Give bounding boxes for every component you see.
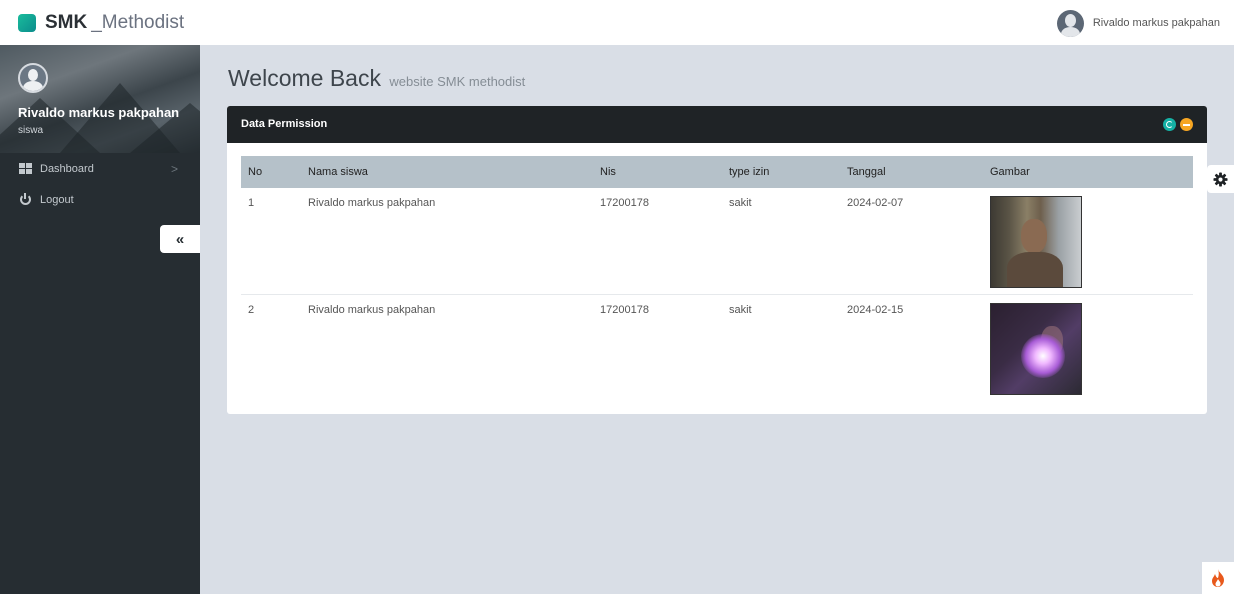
profile-avatar-icon (18, 63, 48, 93)
column-header-nama-siswa: Nama siswa (301, 156, 593, 188)
photo-subject-body (1007, 252, 1063, 287)
cell-tanggal: 2024-02-15 (847, 303, 904, 316)
sidebar-nav: Dashboard > Logout (0, 153, 200, 215)
settings-toggle-button[interactable] (1207, 165, 1234, 193)
photo-light-glare (1021, 333, 1065, 378)
dashboard-grid-icon (18, 162, 32, 175)
permission-photo-thumbnail[interactable] (990, 302, 1082, 395)
page-subtitle: website SMK methodist (389, 74, 526, 89)
card-header: Data Permission (227, 106, 1207, 143)
sidebar: Rivaldo markus pakpahan siswa Dashboard … (0, 45, 200, 594)
sidebar-item-dashboard[interactable]: Dashboard > (0, 153, 200, 184)
brand-logo-link[interactable]: SMK _Methodist (18, 10, 184, 36)
user-avatar-icon (1056, 9, 1084, 37)
column-header-tanggal: Tanggal (840, 156, 983, 188)
flame-icon (1212, 569, 1224, 587)
card-title: Data Permission (241, 118, 328, 130)
cell-nis: 17200178 (600, 303, 649, 316)
chevron-right-icon: > (170, 162, 178, 176)
permission-photo-thumbnail[interactable] (990, 196, 1082, 288)
cell-type-izin: sakit (729, 303, 752, 316)
cell-tanggal: 2024-02-07 (840, 188, 983, 295)
sidebar-item-label: Dashboard (40, 162, 94, 175)
power-icon (18, 193, 32, 206)
top-navbar: SMK _Methodist Rivaldo markus pakpahan (0, 0, 1234, 45)
column-header-no: No (241, 156, 301, 188)
page-title-main: Welcome Back (228, 65, 381, 91)
refresh-icon[interactable] (1163, 118, 1176, 131)
photo-subject (1021, 219, 1047, 253)
column-header-type-izin: type izin (722, 156, 840, 188)
gear-icon (1213, 171, 1228, 187)
page-title: Welcome Back website SMK methodist (228, 65, 525, 92)
cell-nis: 17200178 (593, 188, 722, 295)
brand-logo-icon (18, 14, 36, 32)
codeigniter-badge[interactable] (1202, 562, 1234, 594)
cell-type-izin: sakit (722, 188, 840, 295)
sidebar-collapse-button[interactable]: « (160, 225, 200, 253)
permission-table: No Nama siswa Nis type izin Tanggal Gamb… (241, 156, 1193, 400)
table-row: 1 Rivaldo markus pakpahan 17200178 sakit… (241, 188, 1193, 295)
user-menu[interactable]: Rivaldo markus pakpahan (1056, 9, 1220, 37)
cell-nama-siswa: Rivaldo markus pakpahan (308, 303, 436, 316)
cell-gambar (983, 294, 1193, 400)
data-permission-card: Data Permission No Nama siswa Nis type i… (227, 106, 1207, 414)
table-header-row: No Nama siswa Nis type izin Tanggal Gamb… (241, 156, 1193, 188)
sidebar-profile-panel: Rivaldo markus pakpahan siswa (0, 45, 200, 153)
cell-no: 1 (241, 188, 301, 295)
cell-nama-siswa: Rivaldo markus pakpahan (301, 188, 593, 295)
card-tools (1159, 118, 1193, 131)
table-row: 2 Rivaldo markus pakpahan 17200178 sakit… (241, 294, 1193, 400)
column-header-nis: Nis (593, 156, 722, 188)
sidebar-item-logout[interactable]: Logout (0, 184, 200, 215)
brand-name-bold: SMK (45, 12, 88, 33)
minimize-icon[interactable] (1180, 118, 1193, 131)
column-header-gambar: Gambar (983, 156, 1193, 188)
profile-name: Rivaldo markus pakpahan (18, 105, 180, 120)
brand-name-light: _Methodist (91, 12, 185, 33)
cell-no: 2 (248, 303, 255, 316)
user-menu-name: Rivaldo markus pakpahan (1092, 17, 1220, 29)
cell-gambar (983, 188, 1193, 295)
sidebar-item-label: Logout (40, 193, 74, 206)
profile-role: siswa (18, 125, 44, 136)
